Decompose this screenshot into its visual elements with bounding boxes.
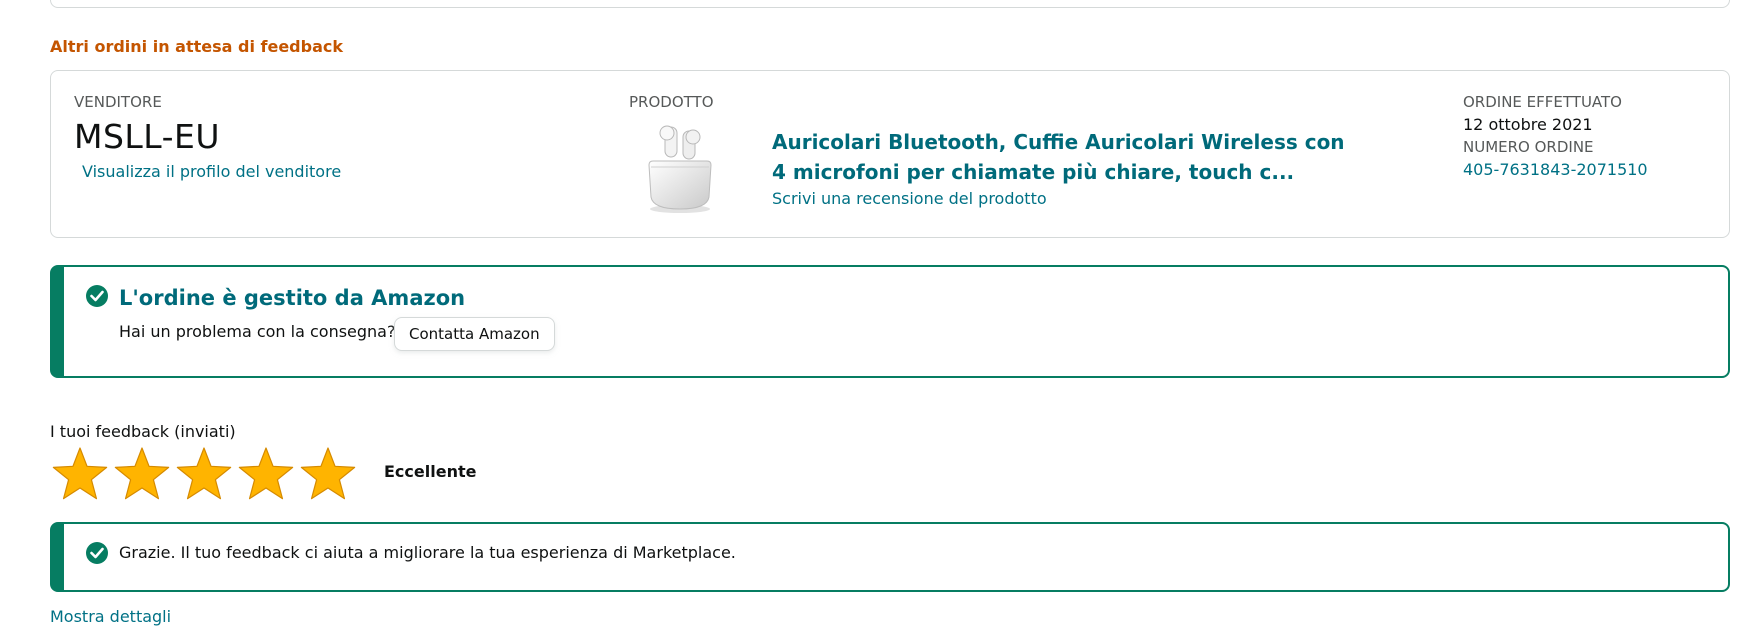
check-circle-icon bbox=[86, 285, 108, 307]
earbuds-product-image[interactable] bbox=[639, 121, 721, 215]
star-icon[interactable] bbox=[174, 445, 234, 505]
rating-text: Eccellente bbox=[384, 462, 477, 481]
order-column: ORDINE EFFETTUATO 12 ottobre 2021 NUMERO… bbox=[1463, 93, 1723, 179]
seller-profile-link[interactable]: Visualizza il profilo del venditore bbox=[82, 162, 341, 181]
seller-name: MSLL-EU bbox=[74, 117, 221, 156]
section-heading: Altri ordini in attesa di feedback bbox=[50, 37, 344, 56]
order-date: 12 ottobre 2021 bbox=[1463, 115, 1593, 134]
product-title-link[interactable]: Auricolari Bluetooth, Cuffie Auricolari … bbox=[772, 127, 1352, 187]
order-number-link[interactable]: 405-7631843-2071510 bbox=[1463, 160, 1648, 179]
feedback-thanks-alert: Grazie. Il tuo feedback ci aiuta a migli… bbox=[50, 522, 1730, 592]
seller-column: VENDITORE MSLL-EU Visualizza il profilo … bbox=[74, 93, 341, 181]
delivery-question: Hai un problema con la consegna? bbox=[119, 322, 396, 341]
feedback-label: I tuoi feedback (inviati) bbox=[50, 422, 236, 441]
product-info: Auricolari Bluetooth, Cuffie Auricolari … bbox=[772, 127, 1352, 208]
previous-card-edge bbox=[50, 0, 1730, 8]
product-column: PRODOTTO Auricolari Bluetooth, Cuffie Au… bbox=[629, 93, 1345, 223]
show-details-link[interactable]: Mostra dettagli bbox=[50, 607, 171, 626]
star-icon[interactable] bbox=[112, 445, 172, 505]
amazon-fulfilled-alert: L'ordine è gestito da Amazon Hai un prob… bbox=[50, 265, 1730, 378]
contact-amazon-button[interactable]: Contatta Amazon bbox=[394, 317, 555, 351]
seller-label: VENDITORE bbox=[74, 93, 162, 111]
check-circle-icon bbox=[86, 542, 108, 564]
alert-title: L'ordine è gestito da Amazon bbox=[119, 286, 466, 310]
thanks-text: Grazie. Il tuo feedback ci aiuta a migli… bbox=[119, 543, 736, 562]
order-date-label: ORDINE EFFETTUATO bbox=[1463, 93, 1622, 111]
order-card: VENDITORE MSLL-EU Visualizza il profilo … bbox=[50, 70, 1730, 238]
product-label: PRODOTTO bbox=[629, 93, 714, 111]
order-number-label: NUMERO ORDINE bbox=[1463, 138, 1594, 156]
star-icon[interactable] bbox=[50, 445, 110, 505]
write-review-link[interactable]: Scrivi una recensione del prodotto bbox=[772, 189, 1047, 208]
star-icon[interactable] bbox=[298, 445, 358, 505]
star-icon[interactable] bbox=[236, 445, 296, 505]
